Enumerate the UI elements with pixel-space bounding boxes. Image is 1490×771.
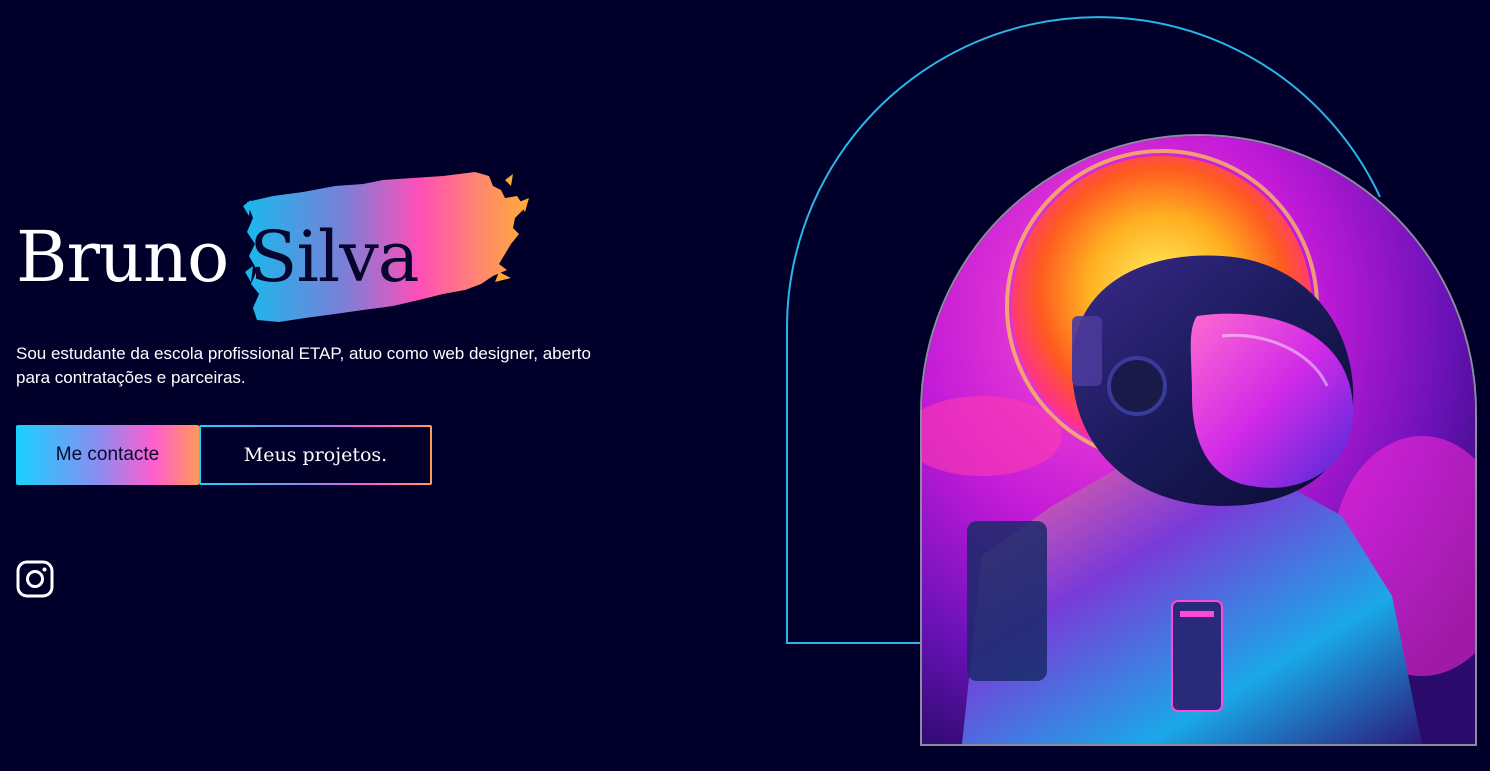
page-title: Bruno Silva [16, 172, 530, 322]
astronaut-illustration [922, 136, 1475, 744]
first-name: Bruno [16, 216, 229, 298]
last-name-highlight: Silva [243, 172, 530, 322]
last-name: Silva [249, 216, 419, 298]
astronaut-image [922, 136, 1475, 744]
